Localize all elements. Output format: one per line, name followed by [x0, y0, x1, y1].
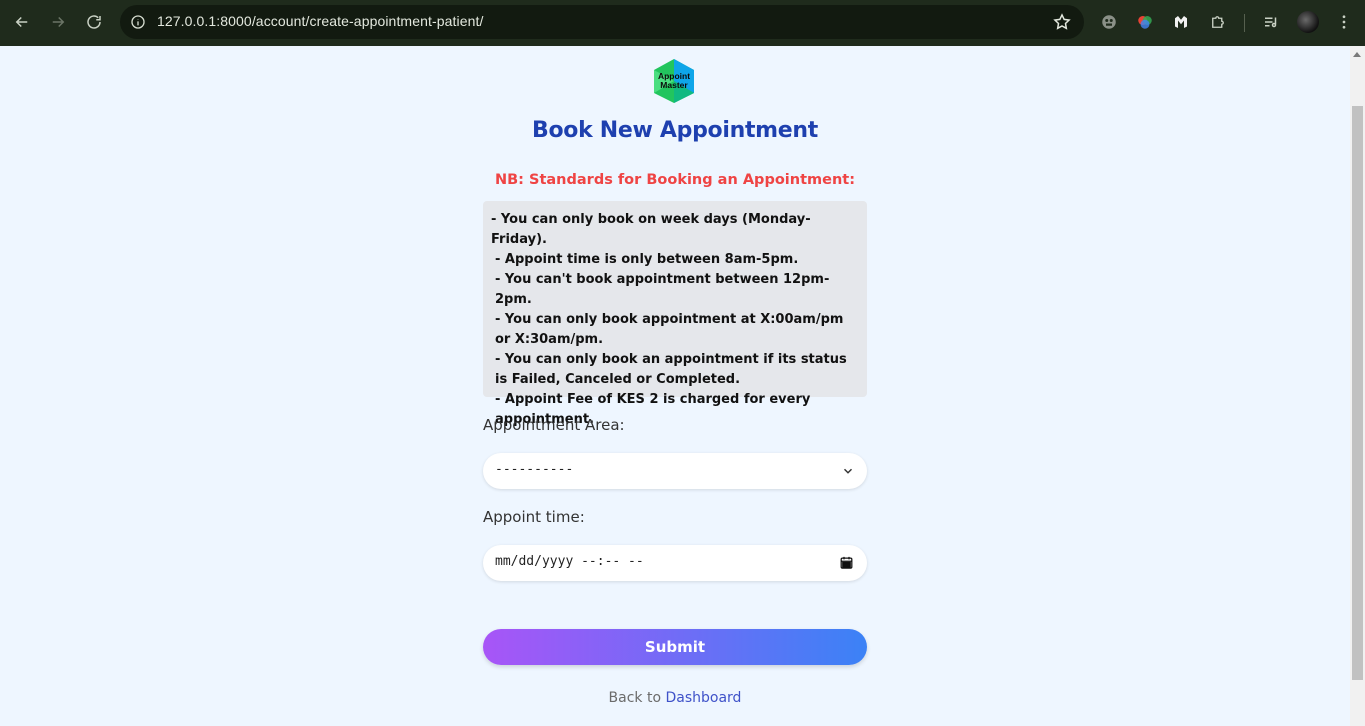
- calendar-icon[interactable]: [839, 555, 854, 570]
- appointment-area-value: ----------: [495, 462, 574, 477]
- scrollbar-thumb[interactable]: [1352, 106, 1363, 680]
- rule-item: - You can only book an appointment if it…: [495, 352, 847, 387]
- url-text[interactable]: 127.0.0.1:8000/account/create-appointmen…: [157, 13, 483, 29]
- back-to-dashboard: Back to Dashboard: [0, 690, 1350, 706]
- submit-button[interactable]: Submit: [483, 629, 867, 665]
- address-bar[interactable]: 127.0.0.1:8000/account/create-appointmen…: [120, 5, 1084, 39]
- media-queue-icon[interactable]: [1260, 11, 1282, 33]
- booking-rules-box: - You can only book on week days (Monday…: [483, 201, 867, 427]
- logo-text-line2: Master: [660, 80, 688, 90]
- scroll-up-arrow-icon[interactable]: [1353, 52, 1361, 57]
- ghost-extension-icon[interactable]: [1098, 11, 1120, 33]
- bookmark-star-icon[interactable]: [1052, 12, 1072, 32]
- color-extension-icon[interactable]: [1134, 11, 1156, 33]
- puzzle-extensions-icon[interactable]: [1207, 11, 1229, 33]
- rule-item: - You can only book on week days (Monday…: [491, 212, 811, 247]
- kebab-menu-icon[interactable]: [1333, 11, 1355, 33]
- back-to-text: Back to: [608, 690, 662, 706]
- appoint-time-label: Appoint time:: [483, 508, 585, 526]
- dashboard-link[interactable]: Dashboard: [665, 690, 741, 706]
- appointment-area-select[interactable]: ----------: [483, 453, 867, 489]
- chevron-down-icon: [843, 468, 853, 474]
- arrow-left-icon: [15, 16, 28, 28]
- malwarebytes-icon[interactable]: [1170, 11, 1192, 33]
- rule-item: - You can't book appointment between 12p…: [495, 272, 830, 307]
- appointmaster-logo: Appoint Master: [654, 59, 694, 103]
- back-button[interactable]: [4, 4, 40, 40]
- rule-item: - You can only book appointment at X:00a…: [495, 312, 844, 347]
- toolbar-separator: [1244, 14, 1245, 32]
- appoint-time-placeholder: mm/dd/yyyy --:-- --: [495, 554, 644, 569]
- reload-icon: [87, 15, 101, 29]
- browser-toolbar: 127.0.0.1:8000/account/create-appointmen…: [0, 0, 1365, 46]
- profile-avatar[interactable]: [1297, 11, 1319, 33]
- arrow-right-icon: [52, 16, 65, 28]
- page-title: Book New Appointment: [532, 118, 818, 143]
- reload-button[interactable]: [76, 4, 112, 40]
- rule-item: - Appoint time is only between 8am-5pm.: [495, 252, 799, 267]
- forward-button[interactable]: [40, 4, 76, 40]
- booking-standards-heading: NB: Standards for Booking an Appointment…: [494, 172, 855, 188]
- site-info-icon[interactable]: [128, 12, 148, 32]
- appoint-time-input[interactable]: mm/dd/yyyy --:-- --: [483, 545, 867, 581]
- appointment-area-label: Appointment Area:: [483, 416, 625, 434]
